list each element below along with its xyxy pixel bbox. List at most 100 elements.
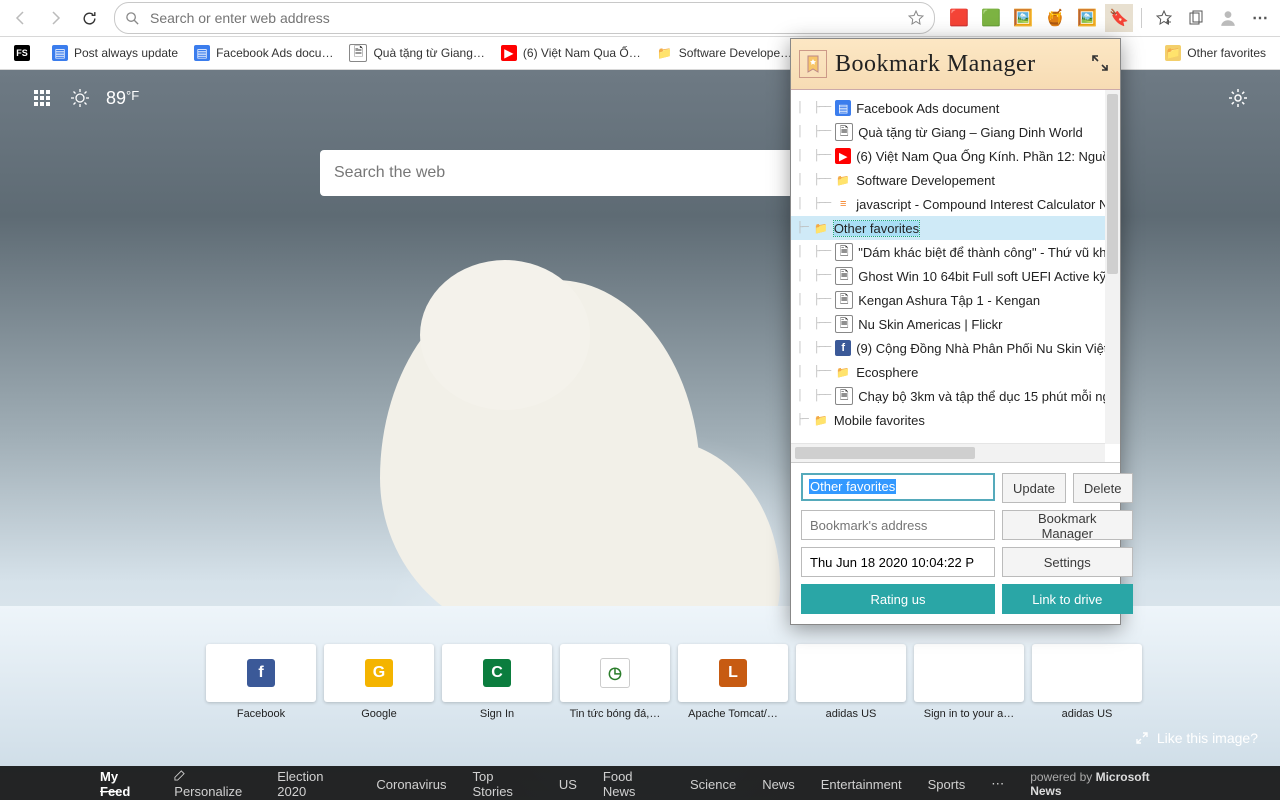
feed-more[interactable]: ⋯ bbox=[991, 776, 1004, 792]
feed-nav-item[interactable]: Election 2020 bbox=[277, 769, 350, 799]
tree-row[interactable]: │ ├──📁Ecosphere bbox=[791, 360, 1120, 384]
feed-nav-item[interactable]: Food News bbox=[603, 769, 664, 799]
extension-icon[interactable]: 🖼️ bbox=[1073, 4, 1101, 32]
tile-label: Facebook bbox=[206, 708, 316, 720]
bookmark-label: Post always update bbox=[74, 46, 178, 60]
weather-icon[interactable] bbox=[68, 86, 92, 110]
extension-icon[interactable]: 🍯 bbox=[1041, 4, 1069, 32]
feed-nav: My Feed Personalize Election 2020 Coronavir… bbox=[0, 766, 1280, 800]
browser-toolbar: 🟥 🟩 🖼️ 🍯 🖼️ 🔖 ⋯ bbox=[0, 0, 1280, 37]
bookmark-label: Quà tặng từ Giang… bbox=[373, 46, 484, 60]
extension-icon[interactable]: 🖼️ bbox=[1009, 4, 1037, 32]
bookmark-label: Software Develope… bbox=[679, 46, 792, 60]
bookmark-item[interactable]: ▶(6) Việt Nam Qua Ố… bbox=[493, 40, 649, 66]
top-site-tile[interactable]: fFacebook bbox=[206, 644, 316, 724]
tree-label: Ecosphere bbox=[856, 365, 918, 380]
tile-label: Sign in to your a… bbox=[914, 708, 1024, 720]
top-site-tile[interactable]: LApache Tomcat/… bbox=[678, 644, 788, 724]
tree-row[interactable]: │ ├──📁Software Developement bbox=[791, 168, 1120, 192]
feed-nav-item[interactable]: Science bbox=[690, 777, 736, 792]
link-drive-button[interactable]: Link to drive bbox=[1002, 584, 1133, 614]
bookmark-item[interactable]: 🗎Quà tặng từ Giang… bbox=[341, 40, 492, 66]
tree-row[interactable]: │ ├──🗎Kengan Ashura Tập 1 - Kengan bbox=[791, 288, 1120, 312]
feed-nav-item[interactable]: Personalize bbox=[174, 769, 251, 799]
apps-icon[interactable] bbox=[30, 86, 54, 110]
feed-nav-item[interactable]: Top Stories bbox=[472, 769, 532, 799]
tree-row[interactable]: │ ├──▶(6) Việt Nam Qua Ống Kính. Phần 12… bbox=[791, 144, 1120, 168]
tree-row[interactable]: │ ├──≡javascript - Compound Interest Cal… bbox=[791, 192, 1120, 216]
bookmark-manager-button[interactable]: Bookmark Manager bbox=[1002, 510, 1133, 540]
polar-bear-illustration bbox=[420, 260, 590, 410]
delete-button[interactable]: Delete bbox=[1073, 473, 1133, 503]
bookmark-label: Facebook Ads docu… bbox=[216, 46, 333, 60]
tree-label: "Dám khác biệt để thành công" - Thứ vũ k… bbox=[858, 245, 1120, 260]
top-site-tile[interactable]: adidas US bbox=[1032, 644, 1142, 724]
feed-nav-item[interactable]: Coronavirus bbox=[376, 777, 446, 792]
favorite-star-icon[interactable] bbox=[908, 10, 924, 26]
tree-label: (9) Cộng Đồng Nhà Phân Phối Nu Skin Việt… bbox=[856, 341, 1120, 356]
bookmark-manager-extension-icon[interactable]: 🔖 bbox=[1105, 4, 1133, 32]
top-site-tile[interactable]: adidas US bbox=[796, 644, 906, 724]
top-site-tile[interactable]: Sign in to your a… bbox=[914, 644, 1024, 724]
scrollbar-horizontal[interactable] bbox=[791, 443, 1105, 462]
tree-row[interactable]: │ ├──▤Facebook Ads document bbox=[791, 96, 1120, 120]
profile-icon[interactable] bbox=[1214, 4, 1242, 32]
extension-icon[interactable]: 🟩 bbox=[977, 4, 1005, 32]
tile-label: Sign In bbox=[442, 708, 552, 720]
tree-row[interactable]: │ ├──🗎Ghost Win 10 64bit Full soft UEFI … bbox=[791, 264, 1120, 288]
tile-label: Apache Tomcat/… bbox=[678, 708, 788, 720]
feed-nav-item[interactable]: Entertainment bbox=[821, 777, 902, 792]
bm-title: Bookmark Manager bbox=[835, 51, 1090, 78]
forward-button[interactable] bbox=[40, 3, 70, 33]
tree-row[interactable]: ├─📁Mobile favorites bbox=[791, 408, 1120, 432]
scrollbar-vertical[interactable] bbox=[1105, 90, 1120, 444]
update-button[interactable]: Update bbox=[1002, 473, 1066, 503]
scrollbar-thumb[interactable] bbox=[1107, 94, 1118, 274]
page-settings-icon[interactable] bbox=[1226, 86, 1250, 110]
temperature: 89°F bbox=[106, 88, 139, 109]
scrollbar-thumb[interactable] bbox=[795, 447, 975, 459]
back-button[interactable] bbox=[6, 3, 36, 33]
tree-row[interactable]: │ ├──f(9) Cộng Đồng Nhà Phân Phối Nu Ski… bbox=[791, 336, 1120, 360]
rating-button[interactable]: Rating us bbox=[801, 584, 995, 614]
tree-row[interactable]: │ ├──🗎Quà tặng từ Giang – Giang Dinh Wor… bbox=[791, 120, 1120, 144]
feed-nav-item[interactable]: US bbox=[559, 777, 577, 792]
top-site-tile[interactable]: ◷Tin tức bóng đá,… bbox=[560, 644, 670, 724]
bookmark-item[interactable]: ▤Facebook Ads docu… bbox=[186, 40, 341, 66]
feed-nav-item[interactable]: Sports bbox=[928, 777, 966, 792]
menu-button[interactable]: ⋯ bbox=[1246, 4, 1274, 32]
tile-label: Tin tức bóng đá,… bbox=[560, 708, 670, 720]
bookmark-item[interactable]: FS bbox=[6, 40, 44, 66]
collections-icon[interactable] bbox=[1182, 4, 1210, 32]
bookmark-item[interactable]: 📁Software Develope… bbox=[649, 40, 800, 66]
expand-icon[interactable] bbox=[1090, 53, 1112, 75]
top-site-tile[interactable]: CSign In bbox=[442, 644, 552, 724]
expand-icon bbox=[1135, 731, 1149, 745]
favorites-icon[interactable] bbox=[1150, 4, 1178, 32]
tile-label: adidas US bbox=[1032, 708, 1142, 720]
bookmark-date-input[interactable] bbox=[801, 547, 995, 577]
tile-label: adidas US bbox=[796, 708, 906, 720]
address-bar[interactable] bbox=[114, 2, 935, 34]
bookmark-address-input[interactable] bbox=[801, 510, 995, 540]
bookmark-item[interactable]: ▤Post always update bbox=[44, 40, 186, 66]
tree-row[interactable]: │ ├──🗎"Dám khác biệt để thành công" - Th… bbox=[791, 240, 1120, 264]
tree-row[interactable]: │ ├──🗎Chạy bộ 3km và tập thể dục 15 phút… bbox=[791, 384, 1120, 408]
like-image-link[interactable]: Like this image? bbox=[1135, 730, 1258, 746]
tree-row[interactable]: │ ├──🗎Nu Skin Americas | Flickr bbox=[791, 312, 1120, 336]
other-favorites[interactable]: 📁 Other favorites bbox=[1157, 40, 1274, 66]
feed-nav-item[interactable]: News bbox=[762, 777, 795, 792]
bm-logo-icon bbox=[799, 50, 827, 78]
top-site-tile[interactable]: GGoogle bbox=[324, 644, 434, 724]
tree-label: Kengan Ashura Tập 1 - Kengan bbox=[858, 293, 1040, 308]
feed-nav-item[interactable]: My Feed bbox=[100, 769, 148, 799]
tree-label: (6) Việt Nam Qua Ống Kính. Phần 12: Nguồ… bbox=[856, 149, 1120, 164]
bm-tree[interactable]: │ ├──▤Facebook Ads document │ ├──🗎Quà tặ… bbox=[791, 90, 1120, 462]
refresh-button[interactable] bbox=[74, 3, 104, 33]
bm-header: Bookmark Manager bbox=[791, 39, 1120, 90]
extension-icon[interactable]: 🟥 bbox=[945, 4, 973, 32]
settings-button[interactable]: Settings bbox=[1002, 547, 1133, 577]
tree-label: javascript - Compound Interest Calculato… bbox=[856, 197, 1120, 212]
address-input[interactable] bbox=[148, 9, 908, 27]
tree-row[interactable]: ├─📁Other favorites bbox=[791, 216, 1120, 240]
